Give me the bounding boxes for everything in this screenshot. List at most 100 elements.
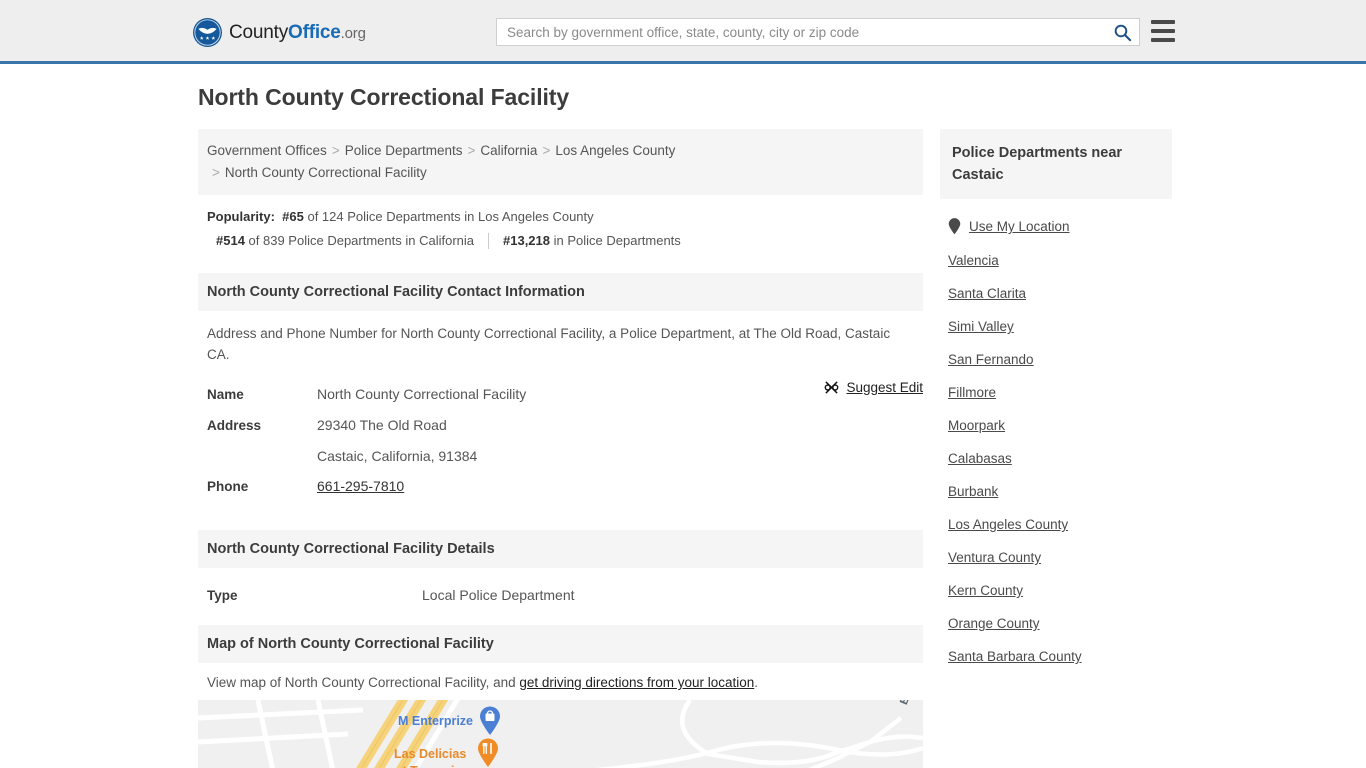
- sidebar-item-calabasas[interactable]: Calabasas: [940, 442, 1172, 475]
- sidebar-heading: Police Departments near Castaic: [940, 129, 1172, 199]
- suggest-edit-label: Suggest Edit: [846, 380, 923, 395]
- contact-key-address: Address: [207, 418, 262, 433]
- breadcrumb-item-los-angeles-county[interactable]: Los Angeles County: [555, 143, 675, 158]
- sidebar-link-valencia[interactable]: Valencia: [948, 253, 999, 268]
- sidebar-item-santa-barbara-county[interactable]: Santa Barbara County: [940, 640, 1172, 673]
- contact-information-description: Address and Phone Number for North Count…: [207, 326, 891, 362]
- sidebar-link-los-angeles-county[interactable]: Los Angeles County: [948, 517, 1068, 532]
- sidebar-link-san-fernando[interactable]: San Fernando: [948, 352, 1034, 367]
- details-key-type: Type: [207, 588, 238, 603]
- sidebar-list: Use My Location Valencia Santa Clarita S…: [940, 199, 1172, 673]
- use-my-location-link[interactable]: Use My Location: [969, 219, 1070, 234]
- hamburger-menu-icon[interactable]: [1151, 20, 1175, 42]
- breadcrumb-item-california[interactable]: California: [480, 143, 537, 158]
- search-icon: [1114, 24, 1131, 41]
- page-title: North County Correctional Facility: [198, 84, 570, 110]
- contact-row-phone: Phone 661-295-7810: [207, 471, 914, 502]
- details-table: Type Local Police Department: [198, 568, 923, 611]
- contact-key-phone: Phone: [207, 479, 249, 494]
- logo-text-tld: .org: [340, 24, 366, 42]
- breadcrumb: Government Offices > Police Departments > Ca…: [198, 129, 923, 195]
- map-description-prefix: View map of North County Correctional Fa…: [207, 675, 520, 690]
- sidebar-link-fillmore[interactable]: Fillmore: [948, 385, 996, 400]
- sidebar-item-moorpark[interactable]: Moorpark: [940, 409, 1172, 442]
- breadcrumb-separator: >: [542, 143, 551, 158]
- popularity-rank-national: #13,218: [503, 233, 550, 248]
- contact-value-name: North County Correctional Facility: [317, 386, 527, 402]
- breadcrumb-separator: >: [467, 143, 476, 158]
- sidebar: Police Departments near Castaic Use My L…: [940, 129, 1172, 673]
- sidebar-item-los-angeles-county[interactable]: Los Angeles County: [940, 508, 1172, 541]
- eagle-shield-logo-icon: [193, 18, 222, 47]
- sidebar-link-kern-county[interactable]: Kern County: [948, 583, 1023, 598]
- sidebar-link-ventura-county[interactable]: Ventura County: [948, 550, 1041, 565]
- sidebar-link-santa-clarita[interactable]: Santa Clarita: [948, 286, 1026, 301]
- suggest-edit-button[interactable]: Suggest Edit: [824, 380, 923, 395]
- contact-value-address-line1: 29340 The Old Road: [317, 417, 447, 433]
- popularity-label: Popularity:: [207, 209, 275, 224]
- contact-information-heading: North County Correctional Facility Conta…: [198, 273, 923, 311]
- search-input[interactable]: [497, 19, 1105, 45]
- map-description: View map of North County Correctional Fa…: [198, 663, 923, 700]
- sidebar-item-san-fernando[interactable]: San Fernando: [940, 343, 1172, 376]
- sidebar-link-burbank[interactable]: Burbank: [948, 484, 998, 499]
- sidebar-item-santa-clarita[interactable]: Santa Clarita: [940, 277, 1172, 310]
- sidebar-link-calabasas[interactable]: Calabasas: [948, 451, 1012, 466]
- search-button[interactable]: [1105, 19, 1139, 45]
- map-canvas[interactable]: M Enterprize Las Delicias ort Taqueria B…: [198, 700, 923, 768]
- breadcrumb-item-government-offices[interactable]: Government Offices: [207, 143, 327, 158]
- site-header: CountyOffice.org: [0, 0, 1366, 64]
- map-heading: Map of North County Correctional Facilit…: [198, 625, 923, 663]
- main-content: North County Correctional Facility Gover…: [198, 84, 923, 768]
- popularity-rank-state-text: of 839 Police Departments in California: [248, 233, 474, 248]
- hamburger-bar: [1151, 29, 1175, 33]
- contact-information-table: Suggest Edit Name North County Correctio…: [198, 371, 923, 502]
- sidebar-item-orange-county[interactable]: Orange County: [940, 607, 1172, 640]
- breadcrumb-separator: >: [331, 143, 340, 158]
- popularity-section: Popularity: #65 of 124 Police Department…: [198, 195, 923, 257]
- shopping-bag-pin-icon[interactable]: [479, 706, 501, 736]
- popularity-rank-national-text: in Police Departments: [553, 233, 681, 248]
- divider: [488, 233, 489, 249]
- logo-text-county: County: [229, 21, 289, 43]
- contact-row-address-line2: Castaic, California, 91384: [207, 441, 914, 471]
- sidebar-link-orange-county[interactable]: Orange County: [948, 616, 1040, 631]
- details-value-type: Local Police Department: [422, 587, 575, 603]
- driving-directions-link[interactable]: get driving directions from your locatio…: [519, 675, 754, 690]
- map-pin-icon: [948, 218, 961, 235]
- sidebar-link-santa-barbara-county[interactable]: Santa Barbara County: [948, 649, 1082, 664]
- contact-value-phone[interactable]: 661-295-7810: [317, 471, 404, 501]
- site-logo[interactable]: CountyOffice.org: [193, 18, 366, 47]
- sidebar-link-simi-valley[interactable]: Simi Valley: [948, 319, 1014, 334]
- sidebar-item-burbank[interactable]: Burbank: [940, 475, 1172, 508]
- logo-text-office: Office: [288, 21, 341, 43]
- map-graphic: [198, 700, 923, 768]
- popularity-rank-state: #514: [216, 233, 245, 248]
- sidebar-item-fillmore[interactable]: Fillmore: [940, 376, 1172, 409]
- popularity-row-state-national: #514 of 839 Police Departments in Califo…: [207, 229, 914, 253]
- sidebar-item-simi-valley[interactable]: Simi Valley: [940, 310, 1172, 343]
- contact-row-address: Address 29340 The Old Road: [207, 410, 914, 441]
- contact-value-address-line2: Castaic, California, 91384: [317, 448, 478, 464]
- hamburger-bar: [1151, 20, 1175, 24]
- details-heading: North County Correctional Facility Detai…: [198, 530, 923, 568]
- map-description-suffix: .: [754, 675, 759, 690]
- popularity-rank-county: #65: [282, 209, 304, 224]
- sidebar-item-kern-county[interactable]: Kern County: [940, 574, 1172, 607]
- details-row-type: Type Local Police Department: [207, 580, 914, 611]
- sidebar-item-valencia[interactable]: Valencia: [940, 244, 1172, 277]
- search-bar[interactable]: [496, 18, 1140, 46]
- breadcrumb-item-north-county-correctional-facility[interactable]: North County Correctional Facility: [225, 165, 427, 180]
- contact-row-name: Name North County Correctional Facility: [207, 379, 914, 410]
- sidebar-item-use-my-location[interactable]: Use My Location: [940, 209, 1172, 244]
- suggest-edit-icon: [825, 381, 839, 394]
- restaurant-pin-icon[interactable]: [477, 738, 499, 768]
- sidebar-item-ventura-county[interactable]: Ventura County: [940, 541, 1172, 574]
- breadcrumb-item-police-departments[interactable]: Police Departments: [345, 143, 463, 158]
- logo-text: CountyOffice.org: [229, 22, 366, 44]
- popularity-rank-county-text: of 124 Police Departments in Los Angeles…: [307, 209, 594, 224]
- contact-key-name: Name: [207, 387, 244, 402]
- hamburger-bar: [1151, 38, 1175, 42]
- sidebar-link-moorpark[interactable]: Moorpark: [948, 418, 1005, 433]
- breadcrumb-separator: >: [212, 165, 220, 180]
